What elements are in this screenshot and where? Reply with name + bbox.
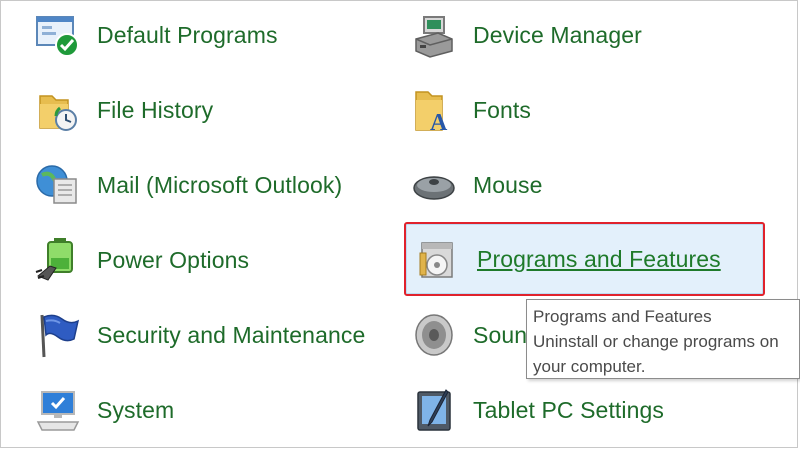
power-options-icon xyxy=(34,236,82,284)
item-label: Programs and Features xyxy=(477,245,721,272)
item-mouse[interactable]: Mouse xyxy=(410,155,543,215)
item-file-history[interactable]: File History xyxy=(34,80,213,140)
item-device-manager[interactable]: Device Manager xyxy=(410,5,642,65)
programs-and-features-icon xyxy=(414,235,462,283)
tooltip-title: Programs and Features xyxy=(533,307,712,326)
item-label: Tablet PC Settings xyxy=(473,396,665,423)
svg-text:A: A xyxy=(430,110,448,134)
item-label: Mouse xyxy=(473,171,543,198)
item-label: File History xyxy=(97,96,214,123)
item-fonts[interactable]: A Fonts xyxy=(410,80,531,140)
item-mail[interactable]: Mail (Microsoft Outlook) xyxy=(34,155,342,215)
tooltip-description: Uninstall or change programs on your com… xyxy=(533,332,779,376)
item-label: Fonts xyxy=(473,96,532,123)
sound-icon xyxy=(410,311,458,359)
item-label: Mail (Microsoft Outlook) xyxy=(97,171,343,198)
item-power-options[interactable]: Power Options xyxy=(34,230,249,290)
item-label: System xyxy=(97,396,175,423)
item-system[interactable]: System xyxy=(34,380,174,440)
item-sound[interactable]: Sound xyxy=(410,305,540,365)
tooltip: Programs and Features Uninstall or chang… xyxy=(526,299,800,379)
item-programs-and-features[interactable]: Programs and Features xyxy=(404,222,765,296)
default-programs-icon xyxy=(34,11,82,59)
item-label: Power Options xyxy=(97,246,250,273)
tablet-pc-settings-icon xyxy=(410,386,458,434)
item-security-and-maintenance[interactable]: Security and Maintenance xyxy=(34,305,365,365)
system-icon xyxy=(34,386,82,434)
mouse-icon xyxy=(410,161,458,209)
item-label: Default Programs xyxy=(97,21,278,48)
security-maintenance-icon xyxy=(34,311,82,359)
device-manager-icon xyxy=(410,11,458,59)
mail-icon xyxy=(34,161,82,209)
fonts-icon: A xyxy=(410,86,458,134)
item-label: Security and Maintenance xyxy=(97,321,366,348)
file-history-icon xyxy=(34,86,82,134)
item-tablet-pc-settings[interactable]: Tablet PC Settings xyxy=(410,380,664,440)
item-default-programs[interactable]: Default Programs xyxy=(34,5,278,65)
item-label: Device Manager xyxy=(473,21,642,48)
